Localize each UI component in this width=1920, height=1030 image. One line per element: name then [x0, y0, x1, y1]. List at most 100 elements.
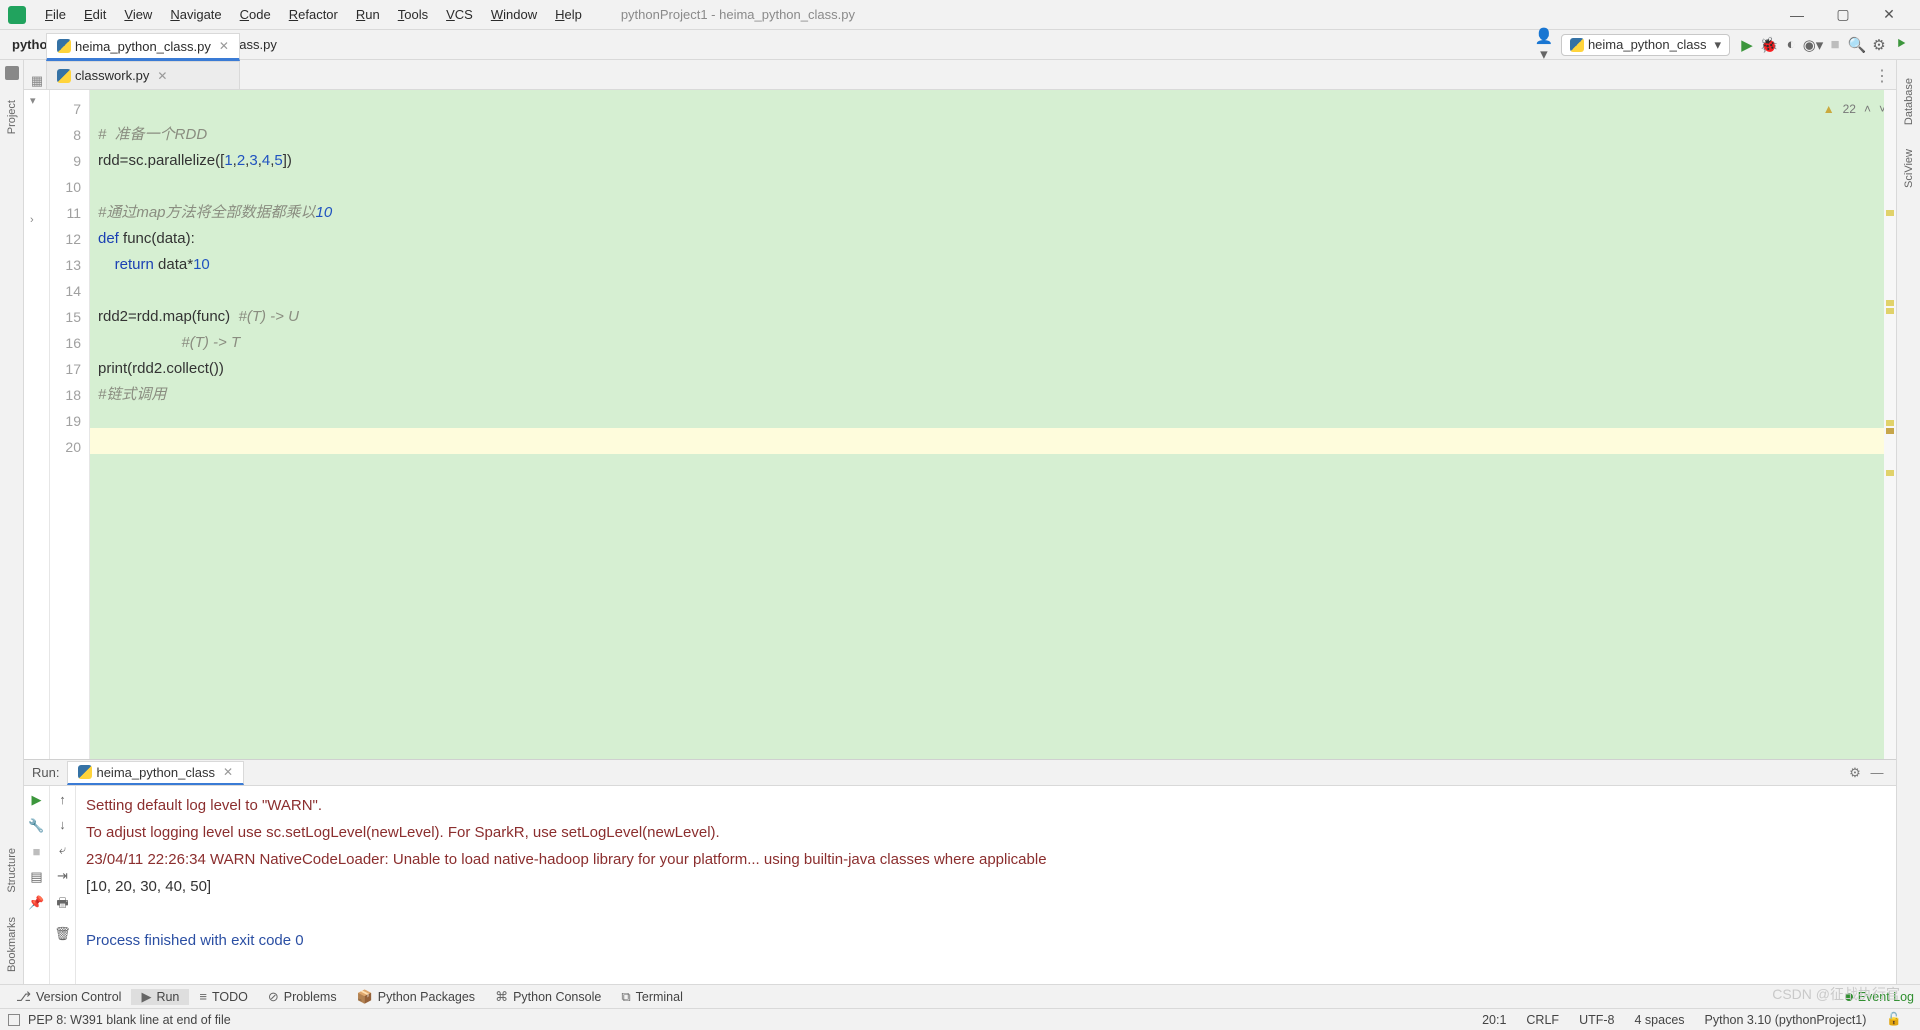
- editor-tab-label: heima_python_class.py: [75, 39, 211, 54]
- project-tool-label[interactable]: Project: [6, 100, 18, 134]
- python-icon: [1570, 38, 1584, 52]
- status-tool-square[interactable]: [8, 1014, 20, 1026]
- run-hide-icon[interactable]: —: [1866, 765, 1888, 780]
- tool-icon: ⌘: [495, 989, 508, 1005]
- search-icon[interactable]: 🔍: [1846, 36, 1868, 54]
- editor[interactable]: ▾ › 7891011121314151617181920 # 准备一个RDD …: [24, 90, 1896, 759]
- line-gutter[interactable]: 7891011121314151617181920: [50, 90, 90, 759]
- stop-icon[interactable]: ■: [33, 844, 41, 859]
- fold-gutter[interactable]: ▾ ›: [24, 90, 50, 759]
- tool-python-console[interactable]: ⌘ Python Console: [485, 989, 611, 1005]
- layout-icon[interactable]: ▤: [30, 869, 42, 885]
- tool-version-control[interactable]: ⎇ Version Control: [6, 989, 131, 1005]
- stop-button[interactable]: ■: [1824, 36, 1846, 53]
- run-config-label: heima_python_class: [1588, 37, 1707, 52]
- tool-python-packages[interactable]: 📦Python Packages: [347, 989, 485, 1005]
- run-button[interactable]: ▶: [1736, 36, 1758, 54]
- menu-code[interactable]: Code: [231, 7, 280, 22]
- run-controls-col2: ↑ ↓ ⤶ ⇥ 🖶 🗑: [50, 786, 76, 984]
- inspection-widget[interactable]: ▲ 22 ˄ ˅: [1823, 96, 1886, 122]
- project-tool-icon[interactable]: [5, 66, 19, 80]
- inspection-up-icon[interactable]: ˄: [1864, 96, 1871, 122]
- python-file-icon: [57, 39, 71, 53]
- tool-label: Problems: [284, 990, 337, 1004]
- tool-problems[interactable]: ⊘Problems: [258, 989, 347, 1005]
- run-tool-window: Run: heima_python_class ✕ ⚙ — ▶ 🔧 ■ ▤ 📌: [24, 759, 1896, 984]
- run-tab-label: heima_python_class: [96, 765, 215, 780]
- up-icon[interactable]: ↑: [59, 792, 66, 807]
- interpreter[interactable]: Python 3.10 (pythonProject1): [1695, 1013, 1877, 1027]
- add-user-icon[interactable]: 👤▾: [1533, 27, 1555, 63]
- tool-icon[interactable]: 🔧: [28, 818, 44, 834]
- print-icon[interactable]: 🖶: [56, 894, 68, 916]
- code-area[interactable]: # 准备一个RDD rdd=sc.parallelize([1,2,3,4,5]…: [98, 96, 332, 434]
- menu-tools[interactable]: Tools: [389, 7, 437, 22]
- close-icon[interactable]: ✕: [157, 69, 167, 83]
- close-icon[interactable]: ✕: [223, 765, 233, 779]
- indent-setting[interactable]: 4 spaces: [1624, 1013, 1694, 1027]
- editor-tab[interactable]: heima_python_class.py ✕: [46, 33, 240, 61]
- tool-terminal[interactable]: ⧉ Terminal: [611, 989, 693, 1005]
- tool-run[interactable]: ▶Run: [131, 989, 189, 1005]
- line-separator[interactable]: CRLF: [1516, 1013, 1569, 1027]
- deploy-icon[interactable]: ⯈: [1890, 36, 1912, 53]
- pin-icon[interactable]: 📌: [28, 895, 44, 911]
- menu-help[interactable]: Help: [546, 7, 591, 22]
- run-panel-label: Run:: [32, 765, 59, 780]
- maximize-button[interactable]: ▢: [1820, 6, 1866, 23]
- menu-window[interactable]: Window: [482, 7, 546, 22]
- menu-navigate[interactable]: Navigate: [161, 7, 230, 22]
- lock-icon[interactable]: 🔓: [1876, 1012, 1912, 1027]
- file-encoding[interactable]: UTF-8: [1569, 1013, 1624, 1027]
- tool-label: Version Control: [36, 990, 121, 1004]
- tool-label: TODO: [212, 990, 248, 1004]
- navbar: pythonProject1 › heima_python_class.py 👤…: [0, 30, 1920, 60]
- editor-tabs-more[interactable]: ⋮: [1874, 66, 1890, 86]
- run-controls-col1: ▶ 🔧 ■ ▤ 📌: [24, 786, 50, 984]
- warning-icon: ▲: [1823, 96, 1835, 122]
- structure-tool-label[interactable]: Structure: [6, 848, 18, 893]
- run-config-selector[interactable]: heima_python_class ▾: [1561, 34, 1730, 56]
- settings-icon[interactable]: ⚙: [1868, 36, 1890, 54]
- menu-edit[interactable]: Edit: [75, 7, 115, 22]
- editor-tab[interactable]: classwork.py✕: [46, 61, 240, 89]
- wrap-icon[interactable]: ⤶: [59, 842, 66, 858]
- app-logo: [8, 6, 26, 24]
- console-output[interactable]: Setting default log level to "WARN". To …: [76, 786, 1896, 984]
- chevron-down-icon: ▾: [1714, 37, 1721, 53]
- trash-icon[interactable]: 🗑: [54, 926, 71, 942]
- bookmarks-tool-label[interactable]: Bookmarks: [6, 917, 18, 972]
- database-tool-label[interactable]: Database: [1903, 78, 1915, 125]
- menu-file[interactable]: File: [36, 7, 75, 22]
- tool-icon: ⎇: [16, 989, 31, 1005]
- debug-button[interactable]: 🐞: [1758, 36, 1780, 54]
- warning-count: 22: [1843, 96, 1856, 122]
- sciview-tool-label[interactable]: SciView: [1903, 149, 1915, 188]
- tool-label: Python Packages: [378, 990, 475, 1004]
- coverage-button[interactable]: ◐: [1780, 36, 1802, 53]
- tool-todo[interactable]: ≡ TODO: [189, 989, 257, 1005]
- event-log-button[interactable]: Event Log: [1845, 990, 1914, 1004]
- rerun-icon[interactable]: ▶: [32, 792, 42, 808]
- caret-position[interactable]: 20:1: [1472, 1013, 1516, 1027]
- tool-icon: ⧉: [621, 989, 630, 1005]
- minimize-button[interactable]: —: [1774, 7, 1820, 23]
- profile-button[interactable]: ◉▾: [1802, 36, 1824, 54]
- python-file-icon: [57, 69, 71, 83]
- menu-refactor[interactable]: Refactor: [280, 7, 347, 22]
- down-icon[interactable]: ↓: [59, 817, 66, 832]
- menu-view[interactable]: View: [115, 7, 161, 22]
- tool-label: Python Console: [513, 990, 601, 1004]
- menu-vcs[interactable]: VCS: [437, 7, 482, 22]
- close-button[interactable]: ✕: [1866, 6, 1912, 23]
- right-tool-stripe: Database SciView: [1896, 60, 1920, 984]
- close-icon[interactable]: ✕: [219, 39, 229, 53]
- tool-icon: ≡: [199, 989, 207, 1004]
- tool-label: Run: [156, 990, 179, 1004]
- error-stripe[interactable]: [1884, 90, 1896, 759]
- menu-run[interactable]: Run: [347, 7, 389, 22]
- tool-label: Terminal: [636, 990, 683, 1004]
- run-settings-icon[interactable]: ⚙: [1844, 765, 1866, 781]
- scroll-icon[interactable]: ⇥: [57, 868, 68, 884]
- run-tab[interactable]: heima_python_class ✕: [67, 761, 244, 785]
